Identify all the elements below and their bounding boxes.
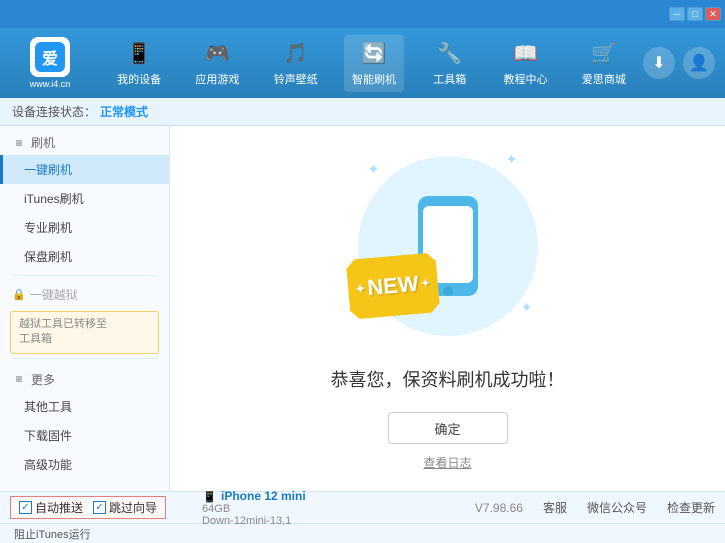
store-label: 爱思商城 <box>582 71 626 87</box>
skip-wizard-checkbox[interactable]: ✓ <box>93 501 106 514</box>
title-bar: ─ □ ✕ <box>0 0 725 28</box>
window-controls: ─ □ ✕ <box>669 7 721 21</box>
user-button[interactable]: 👤 <box>683 47 715 79</box>
auto-push-label: 自动推送 <box>35 499 83 516</box>
flash-section-icon: ≡ <box>12 136 26 150</box>
apps-label: 应用游戏 <box>195 71 239 87</box>
my-device-icon: 📱 <box>125 40 153 68</box>
sparkle-3: ✦ <box>521 299 533 316</box>
logo-icon: 爱 <box>30 37 70 77</box>
divider-1 <box>12 275 157 276</box>
more-section-icon: ≡ <box>12 372 26 386</box>
bottom-left: ✓ 自动推送 ✓ 跳过向导 📱 iPhone 12 mini 64GB Down… <box>10 489 475 527</box>
more-section-label: 更多 <box>31 371 55 388</box>
header: 爱 www.i4.cn 📱 我的设备 🎮 应用游戏 🎵 铃声壁纸 🔄 智能刷机 … <box>0 28 725 98</box>
smart-flash-icon: 🔄 <box>360 40 388 68</box>
status-bar: 设备连接状态： 正常模式 <box>0 98 725 126</box>
skip-wizard-label: 跳过向导 <box>109 499 157 516</box>
phone-home-button <box>443 286 453 296</box>
sidebar-item-download-firmware[interactable]: 下载固件 <box>0 421 169 450</box>
success-message: 恭喜您，保资料刷机成功啦！ <box>331 366 565 392</box>
maximize-button[interactable]: □ <box>687 7 703 21</box>
nav-bar: 📱 我的设备 🎮 应用游戏 🎵 铃声壁纸 🔄 智能刷机 🔧 工具箱 📖 教程中心… <box>100 35 643 92</box>
goto-daily-link[interactable]: 查看日志 <box>423 454 471 471</box>
store-icon: 🛒 <box>590 40 618 68</box>
customer-service-link[interactable]: 客服 <box>543 499 567 516</box>
nav-wallpaper[interactable]: 🎵 铃声壁纸 <box>266 35 326 92</box>
apps-icon: 🎮 <box>203 40 231 68</box>
device-storage: 64GB <box>202 503 306 515</box>
logo-inner: 爱 <box>35 42 65 72</box>
sidebar-item-one-click-flash[interactable]: 一键刷机 <box>0 155 169 184</box>
new-badge-text: ✦ NEW ✦ <box>354 270 431 302</box>
divider-2 <box>12 358 157 359</box>
skip-wizard-checkbox-item[interactable]: ✓ 跳过向导 <box>93 499 157 516</box>
device-info: 📱 iPhone 12 mini 64GB Down-12mini-13,1 <box>202 489 306 527</box>
my-device-label: 我的设备 <box>117 71 161 87</box>
sidebar: ≡ 刷机 一键刷机 iTunes刷机 专业刷机 保盘刷机 🔒 一键越狱 越狱工具… <box>0 126 170 491</box>
more-section-header: ≡ 更多 <box>0 363 169 392</box>
sidebar-item-itunes-flash[interactable]: iTunes刷机 <box>0 184 169 213</box>
sidebar-item-advanced[interactable]: 高级功能 <box>0 450 169 479</box>
nav-smart-flash[interactable]: 🔄 智能刷机 <box>344 35 404 92</box>
logo[interactable]: 爱 www.i4.cn <box>10 37 90 89</box>
toolbox-label: 工具箱 <box>433 71 466 87</box>
minimize-button[interactable]: ─ <box>669 7 685 21</box>
sparkle-1: ✦ <box>368 161 380 178</box>
lock-icon: 🔒 <box>12 288 26 301</box>
jailbreak-label: 一键越狱 <box>30 286 78 303</box>
nav-tutorial[interactable]: 📖 教程中心 <box>496 35 556 92</box>
bottom-bar: ✓ 自动推送 ✓ 跳过向导 📱 iPhone 12 mini 64GB Down… <box>0 491 725 523</box>
device-firmware: Down-12mini-13,1 <box>202 515 306 527</box>
jailbreak-notice: 越狱工具已转移至工具箱 <box>10 311 159 354</box>
sidebar-item-other-tools[interactable]: 其他工具 <box>0 392 169 421</box>
logo-url: www.i4.cn <box>30 79 71 89</box>
wechat-link[interactable]: 微信公众号 <box>587 499 647 516</box>
tutorial-icon: 📖 <box>512 40 540 68</box>
illustration: ✦ ✦ ✦ ✦ NEW ✦ <box>348 146 548 346</box>
nav-store[interactable]: 🛒 爱思商城 <box>574 35 634 92</box>
stop-itunes-label[interactable]: 阻止iTunes运行 <box>10 526 95 542</box>
content-area: ✦ ✦ ✦ ✦ NEW ✦ 恭喜您，保资料刷机成功啦！ 确定 查看日志 <box>170 126 725 491</box>
sidebar-item-save-flash[interactable]: 保盘刷机 <box>0 242 169 271</box>
auto-push-checkbox[interactable]: ✓ <box>19 501 32 514</box>
confirm-button[interactable]: 确定 <box>388 412 508 444</box>
version-label: V7.98.66 <box>475 501 523 515</box>
nav-right-buttons: ⬇ 👤 <box>643 47 715 79</box>
new-badge: ✦ NEW ✦ <box>345 252 440 320</box>
toolbox-icon: 🔧 <box>436 40 464 68</box>
flash-section-label: 刷机 <box>31 134 55 151</box>
status-label-text: 设备连接状态： <box>12 103 96 120</box>
new-text: NEW <box>366 271 419 301</box>
sidebar-item-pro-flash[interactable]: 专业刷机 <box>0 213 169 242</box>
nav-my-device[interactable]: 📱 我的设备 <box>109 35 169 92</box>
download-button[interactable]: ⬇ <box>643 47 675 79</box>
smart-flash-label: 智能刷机 <box>352 71 396 87</box>
main-layout: ≡ 刷机 一键刷机 iTunes刷机 专业刷机 保盘刷机 🔒 一键越狱 越狱工具… <box>0 126 725 491</box>
wallpaper-icon: 🎵 <box>282 40 310 68</box>
check-update-link[interactable]: 检查更新 <box>667 499 715 516</box>
status-value: 正常模式 <box>100 103 148 120</box>
sparkle-2: ✦ <box>506 151 518 168</box>
auto-push-checkbox-item[interactable]: ✓ 自动推送 <box>19 499 83 516</box>
jailbreak-locked: 🔒 一键越狱 <box>0 280 169 307</box>
nav-toolbox[interactable]: 🔧 工具箱 <box>422 35 477 92</box>
flash-section-header: ≡ 刷机 <box>0 126 169 155</box>
nav-apps[interactable]: 🎮 应用游戏 <box>187 35 247 92</box>
tutorial-label: 教程中心 <box>504 71 548 87</box>
bottom-right: V7.98.66 客服 微信公众号 检查更新 <box>475 499 715 516</box>
wallpaper-label: 铃声壁纸 <box>274 71 318 87</box>
close-button[interactable]: ✕ <box>705 7 721 21</box>
